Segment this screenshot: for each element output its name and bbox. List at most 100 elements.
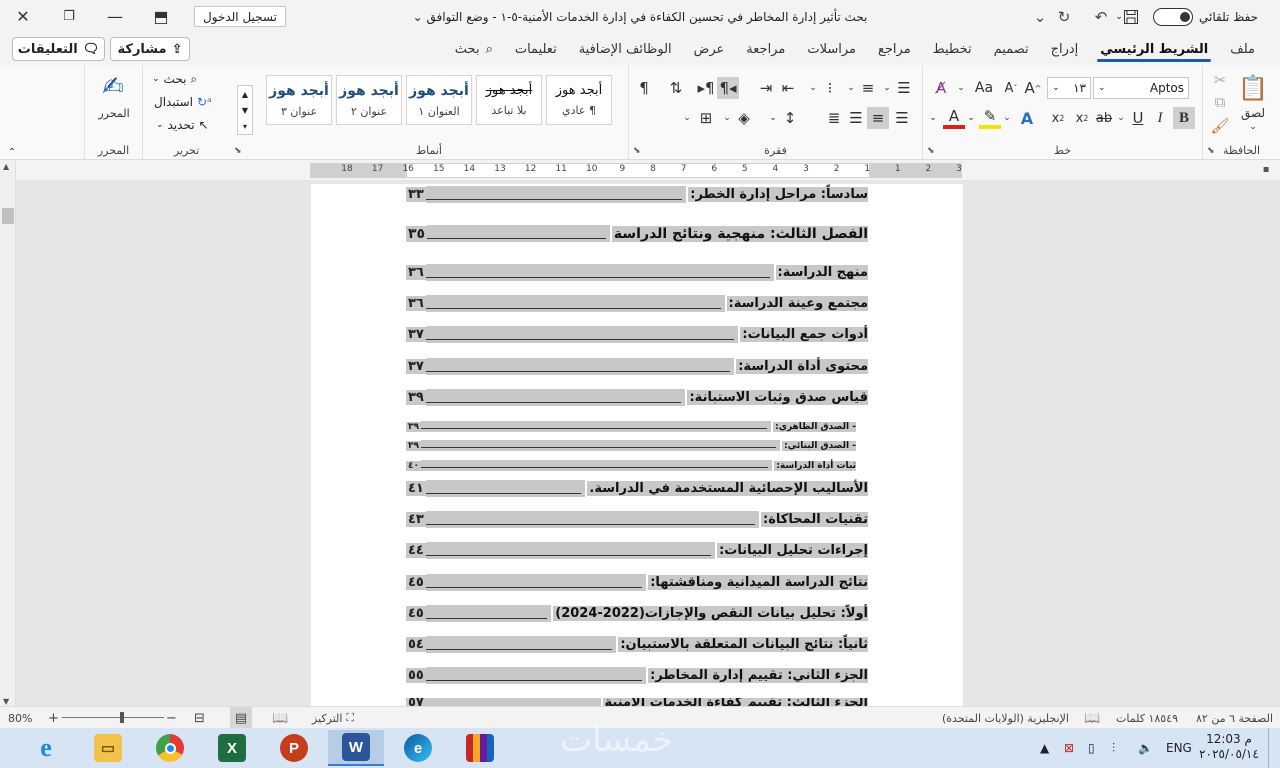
chevron-down-icon[interactable]: ⌄ bbox=[965, 107, 977, 129]
font-size-combo[interactable]: ١٣ ⌄ bbox=[1047, 77, 1091, 99]
toc-entry[interactable]: الجزء الثالث: تقييم كفاءة الخدمات الأمني… bbox=[406, 698, 868, 706]
comments-button[interactable]: 🗨 التعليقات bbox=[12, 37, 105, 61]
toc-entry[interactable]: أولاً: تحليل بيانات النقص والإجازات(2022… bbox=[406, 605, 868, 622]
bullets-icon[interactable]: ☰ bbox=[893, 77, 915, 99]
paragraph-launcher-icon[interactable]: ⬊ bbox=[633, 146, 641, 156]
replace-button[interactable]: ᵃ↻ استبدال bbox=[154, 92, 212, 112]
chevron-down-icon[interactable]: ⌄ bbox=[1115, 107, 1127, 129]
show-marks-icon[interactable]: ¶ bbox=[633, 77, 655, 99]
chevron-down-icon[interactable]: ⌄ bbox=[955, 77, 967, 99]
tab-home[interactable]: الشريط الرئيسي bbox=[1089, 33, 1219, 65]
save-icon[interactable] bbox=[1120, 0, 1142, 33]
tab-view[interactable]: عرض bbox=[683, 33, 736, 65]
justify-icon[interactable]: ≣ bbox=[823, 107, 845, 129]
tab-references[interactable]: مراجع bbox=[867, 33, 922, 65]
toc-entry[interactable]: أدوات جمع البيانات: ٣٧ bbox=[406, 326, 868, 343]
ribbon-display-button[interactable]: ⬒ bbox=[138, 0, 184, 33]
font-launcher-icon[interactable]: ⬊ bbox=[927, 146, 935, 156]
zoom-level[interactable]: 80% bbox=[8, 707, 32, 729]
toc-entry[interactable]: - الصدق الظاهري: ٣٩ bbox=[406, 421, 856, 432]
language-indicator[interactable]: الإنجليزية (الولايات المتحدة) bbox=[942, 707, 1069, 729]
style-heading-1[interactable]: أبجد هوز العنوان ١ bbox=[406, 75, 472, 125]
network-status-icon[interactable]: ⊠ bbox=[1064, 728, 1074, 768]
read-mode-icon[interactable]: 📖 bbox=[272, 707, 288, 729]
select-button[interactable]: ↖ تحديد ⌄ bbox=[156, 115, 209, 135]
format-painter-icon[interactable]: 🖌 bbox=[1210, 117, 1229, 135]
share-button[interactable]: ⇪ مشاركة bbox=[110, 37, 190, 61]
style-normal[interactable]: أبجد هوز ¶ عادي bbox=[546, 75, 612, 125]
increase-indent-icon[interactable]: ⇥ bbox=[755, 77, 777, 99]
grow-font-icon[interactable]: A ^ bbox=[1023, 77, 1043, 99]
toc-entry[interactable]: منهج الدراسة: ٣٦ bbox=[406, 264, 868, 281]
focus-button[interactable]: ⛶ التركيز bbox=[312, 707, 354, 729]
toc-entry[interactable]: - الصدق البنائي: ٣٩ bbox=[406, 440, 856, 451]
chevron-up-icon[interactable]: ▲ bbox=[242, 90, 248, 99]
tab-design[interactable]: تصميم bbox=[983, 33, 1040, 65]
tab-mailings[interactable]: مراسلات bbox=[796, 33, 867, 65]
toc-entry[interactable]: الجزء الثاني: تقييم إدارة المخاطر: ٥٥ bbox=[406, 667, 868, 684]
scroll-down-icon[interactable]: ▼ bbox=[3, 697, 9, 706]
toc-entry[interactable]: ثبات أداة الدراسة: ٤٠ bbox=[406, 460, 856, 471]
vertical-scrollbar[interactable]: ▲ ▼ bbox=[0, 160, 16, 706]
font-color-icon[interactable]: A bbox=[943, 107, 965, 129]
toc-entry[interactable]: الأساليب الإحصائية المستخدمة في الدراسة.… bbox=[406, 480, 868, 497]
subscript-icon[interactable]: x2 bbox=[1071, 107, 1093, 129]
winrar-app[interactable] bbox=[452, 730, 508, 766]
align-center-icon[interactable]: ≡ bbox=[867, 107, 889, 129]
style-no-spacing[interactable]: أبجد هوز بلا تباعد bbox=[476, 75, 542, 125]
battery-icon[interactable]: ▯ bbox=[1088, 728, 1095, 768]
italic-icon[interactable]: I bbox=[1149, 107, 1171, 129]
editor-button[interactable]: المحرر bbox=[85, 105, 143, 121]
autosave-toggle[interactable] bbox=[1153, 8, 1193, 26]
chevron-down-icon[interactable]: ⌄ bbox=[807, 77, 819, 99]
font-name-combo[interactable]: Aptos ⌄ bbox=[1093, 77, 1189, 99]
find-button[interactable]: ⌕ بحث ⌄ bbox=[152, 69, 197, 89]
toc-entry[interactable]: سادساً: مراحل إدارة الخطر: ٣٣ bbox=[406, 186, 868, 203]
bold-icon[interactable]: B bbox=[1173, 107, 1195, 129]
zoom-slider[interactable] bbox=[62, 717, 164, 718]
ltr-direction-icon[interactable]: ▸¶ bbox=[695, 77, 717, 99]
clipboard-launcher-icon[interactable]: ⬊ bbox=[1207, 146, 1215, 156]
toc-entry[interactable]: نتائج الدراسة الميدانية ومناقشتها: ٤٥ bbox=[406, 574, 868, 591]
scroll-up-icon[interactable]: ▲ bbox=[3, 162, 9, 171]
toc-entry[interactable]: إجراءات تحليل البيانات: ٤٤ bbox=[406, 542, 868, 559]
scroll-thumb[interactable] bbox=[2, 208, 14, 224]
clear-formatting-icon[interactable]: A̸ bbox=[929, 77, 953, 99]
word-count[interactable]: ١٨٥٤٩ كلمات bbox=[1116, 707, 1178, 729]
chevron-down-icon[interactable]: ⌄ bbox=[845, 77, 857, 99]
chevron-down-icon[interactable]: ⌄ bbox=[927, 107, 939, 129]
document-title[interactable]: بحث تأثير إدارة المخاطر في تحسين الكفاءة… bbox=[410, 0, 870, 33]
decrease-indent-icon[interactable]: ⇤ bbox=[777, 77, 799, 99]
cut-icon[interactable]: ✂ bbox=[1211, 71, 1229, 89]
change-case-icon[interactable]: Aa bbox=[971, 77, 997, 99]
toc-entry[interactable]: الفصل الثالث: منهجية ونتائج الدراسة ٣٥ bbox=[406, 225, 868, 242]
powerpoint-app[interactable]: P bbox=[266, 730, 322, 766]
tab-layout[interactable]: تخطيط bbox=[922, 33, 983, 65]
editor-icon[interactable]: ✍ bbox=[95, 71, 131, 103]
undo-icon[interactable]: ↶ bbox=[1090, 0, 1112, 33]
line-spacing-icon[interactable]: ↕ bbox=[779, 107, 801, 129]
tab-help[interactable]: تعليمات bbox=[504, 33, 568, 65]
multilevel-list-icon[interactable]: ⁝ bbox=[819, 77, 841, 99]
collapse-ribbon-icon[interactable]: ⌃ bbox=[4, 145, 20, 159]
web-layout-icon[interactable]: ⊟ bbox=[194, 707, 205, 729]
chevron-down-icon[interactable]: ▼ bbox=[242, 106, 248, 115]
volume-icon[interactable]: 🔈 bbox=[1138, 728, 1153, 768]
chrome-app[interactable] bbox=[142, 730, 198, 766]
close-button[interactable]: ✕ bbox=[0, 0, 46, 33]
paste-icon[interactable]: 📋 bbox=[1235, 73, 1271, 103]
paste-dropdown-icon[interactable]: ⌄ bbox=[1245, 121, 1261, 133]
chevron-down-icon[interactable]: ⌄ bbox=[881, 77, 893, 99]
chevron-down-icon[interactable]: ⌄ bbox=[681, 107, 693, 129]
align-left-icon[interactable]: ☰ bbox=[845, 107, 867, 129]
tab-insert[interactable]: إدراج bbox=[1040, 33, 1090, 65]
horizontal-ruler[interactable]: 3 2 1 1 2 3 4 5 6 7 8 9 10 11 12 13 14 15 16 17 18 bbox=[310, 163, 962, 178]
superscript-icon[interactable]: x2 bbox=[1047, 107, 1069, 129]
toc-entry[interactable]: محتوى أداة الدراسة: ٣٧ bbox=[406, 358, 868, 375]
zoom-slider-thumb[interactable] bbox=[120, 712, 124, 723]
tab-addins[interactable]: الوظائف الإضافية bbox=[568, 33, 683, 65]
proofing-icon[interactable]: 📖 bbox=[1084, 707, 1100, 729]
tab-file[interactable]: ملف bbox=[1219, 33, 1266, 65]
wifi-icon[interactable]: ⫶ bbox=[1112, 728, 1115, 768]
highlight-icon[interactable]: ✎ bbox=[979, 107, 1001, 129]
